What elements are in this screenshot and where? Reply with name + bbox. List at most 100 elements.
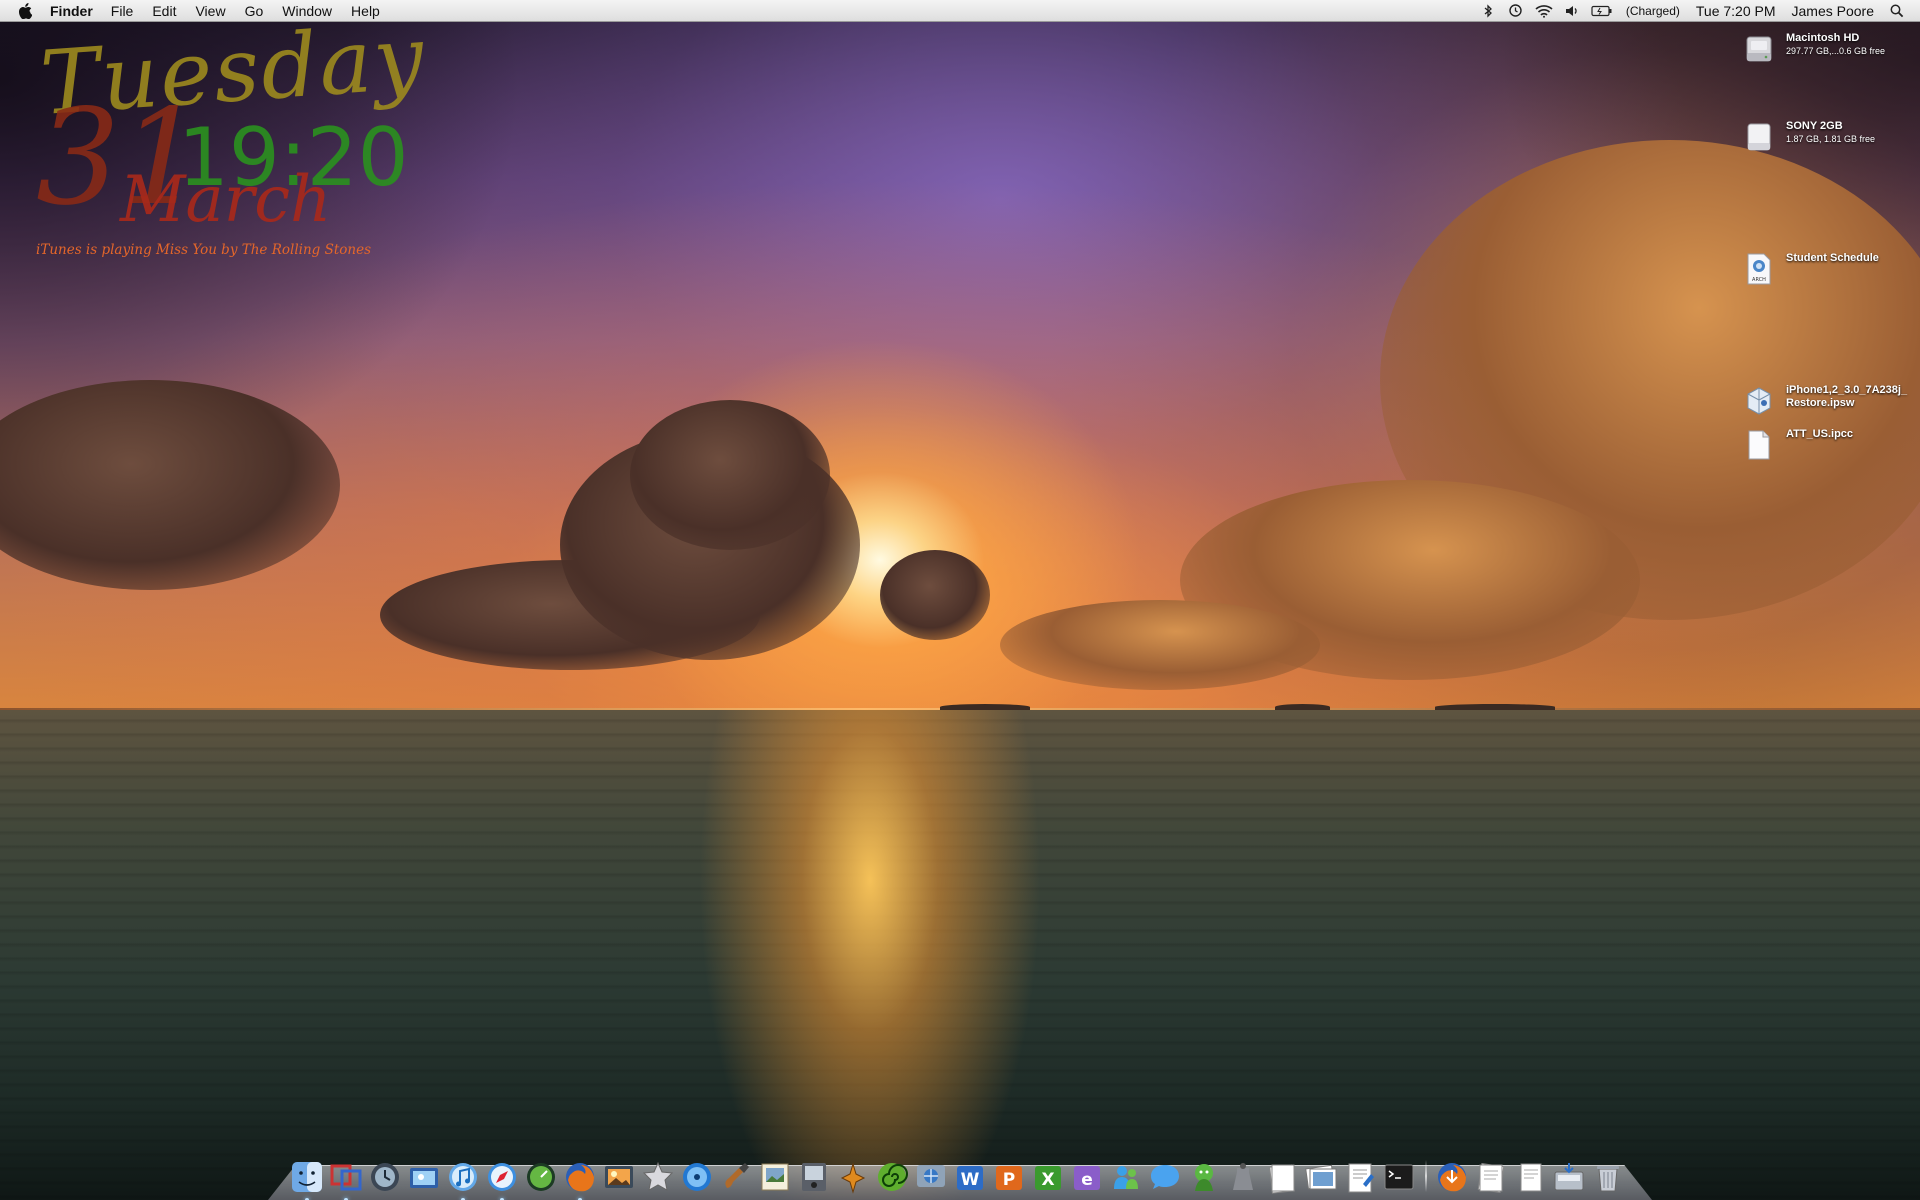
volume-icon[interactable]: [1563, 2, 1581, 20]
firefox-downloads-icon: [1438, 1163, 1466, 1192]
dock-item[interactable]: [797, 1160, 831, 1194]
itunes-icon: [449, 1163, 477, 1191]
archive-file-icon: ARCH: [1742, 250, 1776, 288]
spotlight-search-icon[interactable]: [1888, 2, 1906, 20]
trash-icon: [1597, 1166, 1619, 1192]
svg-text:ARCH: ARCH: [1752, 277, 1766, 283]
desktop-icon-macintosh-hd[interactable]: Macintosh HD 297.77 GB,...0.6 GB free: [1742, 30, 1885, 68]
desktop-icon-label: Macintosh HD: [1786, 32, 1860, 44]
dock-item[interactable]: X: [1031, 1160, 1065, 1194]
dock-item[interactable]: W: [953, 1160, 987, 1194]
desktop-icon-sublabel: 1.87 GB, 1.81 GB free: [1786, 134, 1876, 144]
dock-separator[interactable]: [1425, 1160, 1427, 1192]
desktop-icon-sublabel: 297.77 GB,...0.6 GB free: [1786, 46, 1886, 56]
dock-item[interactable]: [1187, 1160, 1221, 1194]
bluetooth-icon[interactable]: [1479, 2, 1497, 20]
wallpaper-sea: [0, 710, 1920, 1200]
dock-item[interactable]: [1513, 1160, 1547, 1194]
dock-item[interactable]: [1474, 1160, 1508, 1194]
desktop-icon-sony-2gb[interactable]: SONY 2GB 1.87 GB, 1.81 GB free: [1742, 118, 1875, 156]
dock-item[interactable]: [914, 1160, 948, 1194]
menu-view[interactable]: View: [195, 3, 225, 19]
dock-item[interactable]: [875, 1160, 909, 1194]
documents-stack-icon: [1477, 1163, 1505, 1193]
time-machine-icon[interactable]: [1507, 2, 1525, 20]
dock-item[interactable]: [485, 1160, 519, 1200]
terminal-icon: [1384, 1164, 1414, 1190]
usb-drive-icon: [1742, 118, 1776, 156]
tools-icon: [840, 1162, 866, 1194]
dock-item[interactable]: [836, 1160, 870, 1194]
messenger-icon: [1114, 1166, 1138, 1189]
svg-text:X: X: [1041, 1170, 1054, 1190]
menu-bar-status: (Charged) Tue 7:20 PM James Poore: [1474, 0, 1920, 21]
preview-icon: [410, 1168, 438, 1188]
dock-item[interactable]: [446, 1160, 480, 1200]
network-icon: [917, 1165, 945, 1187]
desktop[interactable]: Finder File Edit View Go Window Help (Ch…: [0, 0, 1920, 1200]
wifi-icon[interactable]: [1535, 2, 1553, 20]
photo-library-icon: [1305, 1164, 1337, 1190]
menu-edit[interactable]: Edit: [152, 3, 176, 19]
adium-icon: [1195, 1164, 1213, 1191]
dashboard-icon: [527, 1163, 555, 1191]
dock-item[interactable]: [1265, 1160, 1299, 1194]
menu-clock[interactable]: Tue 7:20 PM: [1696, 3, 1776, 19]
apple-logo-icon[interactable]: [18, 2, 36, 19]
desktop-clock-widget: Tuesday 31 19:20 March iTunes is playing…: [30, 5, 450, 270]
dock-item[interactable]: [602, 1160, 636, 1194]
menu-window[interactable]: Window: [282, 3, 332, 19]
menu-app-name[interactable]: Finder: [50, 3, 93, 19]
screen-capture-icon: [802, 1163, 826, 1191]
menu-help[interactable]: Help: [351, 3, 380, 19]
dock-item[interactable]: [1109, 1160, 1143, 1194]
document-icon: [1742, 426, 1776, 464]
entourage-icon: e: [1074, 1166, 1100, 1190]
dock-item[interactable]: [524, 1160, 558, 1194]
dock-item[interactable]: [563, 1160, 597, 1200]
desktop-icon-label: SONY 2GB: [1786, 120, 1843, 132]
dock-item[interactable]: P: [992, 1160, 1026, 1194]
desktop-icon-att-ipcc[interactable]: ATT_US.ipcc: [1742, 426, 1853, 464]
dock-item[interactable]: [1591, 1160, 1625, 1194]
dock-item[interactable]: [1552, 1160, 1586, 1194]
menu-go[interactable]: Go: [245, 3, 264, 19]
word-icon: W: [957, 1166, 983, 1190]
dock: W P Xe: [268, 1148, 1652, 1200]
dock-item[interactable]: [407, 1160, 441, 1194]
dock-items: W P Xe: [290, 1148, 1630, 1200]
dock-item[interactable]: e: [1070, 1160, 1104, 1194]
dvd-player-icon: [683, 1163, 711, 1191]
spiral-app-icon: [878, 1163, 908, 1191]
svg-text:P: P: [1003, 1170, 1015, 1190]
desktop-icon-label-line2: Restore.ipsw: [1786, 397, 1855, 409]
dock-item[interactable]: [1226, 1160, 1260, 1194]
dock-item[interactable]: [329, 1160, 363, 1200]
desktop-icon-student-schedule[interactable]: ARCH Student Schedule: [1742, 250, 1879, 288]
dock-item[interactable]: [641, 1160, 675, 1194]
document-stack-icon: [1269, 1164, 1295, 1194]
menu-user-name[interactable]: James Poore: [1792, 3, 1874, 19]
dock-item[interactable]: [1148, 1160, 1182, 1194]
dock-item[interactable]: [290, 1160, 324, 1200]
menu-file[interactable]: File: [111, 3, 134, 19]
widget-now-playing: iTunes is playing Miss You by The Rollin…: [36, 242, 372, 258]
dock-item[interactable]: [1304, 1160, 1338, 1194]
downloads-stack-icon: [1554, 1163, 1584, 1191]
svg-text:e: e: [1081, 1170, 1093, 1190]
wallpaper-cloud: [1000, 600, 1320, 690]
dock-item[interactable]: [680, 1160, 714, 1194]
dock-item[interactable]: [1382, 1160, 1416, 1194]
file-stack-icon: [1520, 1163, 1542, 1192]
dock-item[interactable]: [1343, 1160, 1377, 1194]
dock-item[interactable]: [1435, 1160, 1469, 1194]
widget-month: March: [120, 163, 332, 237]
battery-icon[interactable]: [1591, 2, 1613, 20]
pages-icon: [1348, 1163, 1374, 1193]
dock-item[interactable]: [758, 1160, 792, 1194]
ichat-icon: [1151, 1165, 1179, 1189]
dock-item[interactable]: [719, 1160, 753, 1194]
desktop-icon-label: iPhone1,2_3.0_7A238j_: [1786, 384, 1908, 396]
desktop-icon-iphone-ipsw[interactable]: iPhone1,2_3.0_7A238j_ Restore.ipsw: [1742, 382, 1907, 420]
dock-item[interactable]: [368, 1160, 402, 1194]
